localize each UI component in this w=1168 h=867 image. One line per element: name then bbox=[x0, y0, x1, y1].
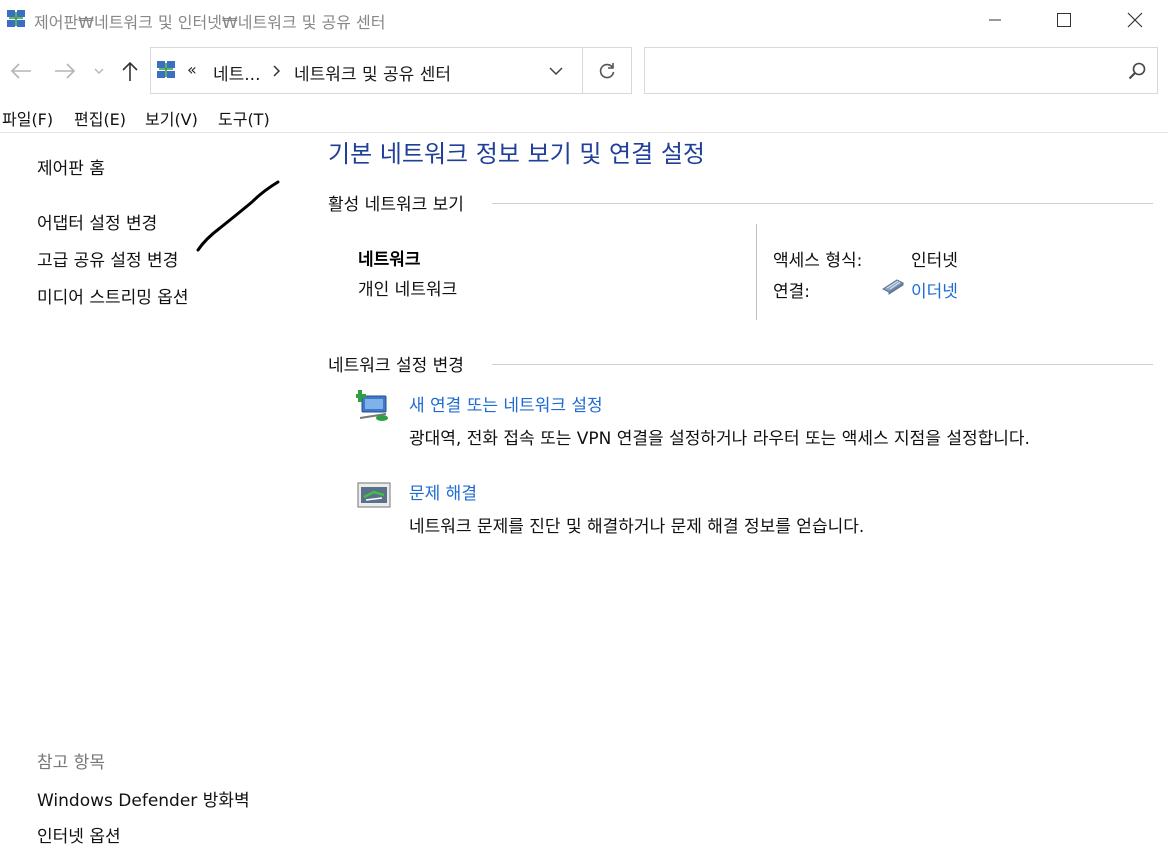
active-networks-divider bbox=[492, 203, 1153, 204]
forward-button[interactable] bbox=[52, 56, 78, 86]
arrow-left-icon bbox=[10, 63, 31, 79]
setup-new-connection-description: 광대역, 전화 접속 또는 VPN 연결을 설정하거나 라우터 또는 액세스 지… bbox=[409, 429, 1030, 449]
control-panel-home-link[interactable]: 제어판 홈 bbox=[37, 154, 105, 179]
breadcrumb-separator-icon[interactable] bbox=[269, 61, 283, 81]
chevron-down-icon bbox=[94, 68, 104, 74]
address-bar[interactable]: « 네트... 네트워크 및 공유 센터 bbox=[150, 47, 582, 94]
breadcrumb-network-sharing-center[interactable]: 네트워크 및 공유 센터 bbox=[294, 60, 451, 85]
refresh-button[interactable] bbox=[582, 47, 632, 94]
recent-locations-button[interactable] bbox=[90, 56, 108, 86]
menu-bar: 파일(F) 편집(E) 보기(V) 도구(T) bbox=[0, 104, 1168, 132]
change-settings-divider bbox=[492, 364, 1153, 365]
network-name: 네트워크 bbox=[358, 250, 421, 270]
windows-defender-firewall-link[interactable]: Windows Defender 방화벽 bbox=[37, 786, 250, 811]
network-sharing-center-window: 제어판₩네트워크 및 인터넷₩네트워크 및 공유 센터 « 네트... 네트워크… bbox=[0, 0, 1168, 867]
maximize-icon bbox=[1057, 13, 1071, 27]
address-dropdown-button[interactable] bbox=[547, 62, 565, 80]
menu-tools[interactable]: 도구(T) bbox=[218, 106, 270, 130]
arrow-right-icon bbox=[55, 63, 76, 79]
connections-label: 연결: bbox=[773, 282, 811, 302]
menu-edit[interactable]: 편집(E) bbox=[74, 106, 126, 130]
ethernet-connection-link[interactable]: 이더넷 bbox=[911, 277, 958, 302]
menu-divider bbox=[0, 132, 1168, 133]
title-bar: 제어판₩네트워크 및 인터넷₩네트워크 및 공유 센터 bbox=[0, 0, 1168, 40]
close-button[interactable] bbox=[1112, 0, 1158, 40]
network-app-icon bbox=[7, 10, 25, 27]
ethernet-icon bbox=[881, 279, 905, 295]
change-adapter-settings-link[interactable]: 어댑터 설정 변경 bbox=[37, 209, 157, 234]
troubleshoot-problems-description: 네트워크 문제를 진단 및 해결하거나 문제 해결 정보를 얻습니다. bbox=[409, 517, 865, 537]
new-connection-icon bbox=[356, 390, 388, 421]
window-title: 제어판₩네트워크 및 인터넷₩네트워크 및 공유 센터 bbox=[34, 13, 386, 32]
setup-new-connection-link[interactable]: 새 연결 또는 네트워크 설정 bbox=[409, 391, 603, 416]
arrow-up-icon bbox=[122, 61, 138, 81]
network-location-icon bbox=[157, 61, 175, 78]
pen-annotation-stroke bbox=[196, 180, 280, 252]
up-button[interactable] bbox=[117, 56, 143, 86]
minimize-icon bbox=[989, 19, 1001, 21]
search-input[interactable] bbox=[644, 47, 1158, 94]
internet-options-link[interactable]: 인터넷 옵션 bbox=[37, 822, 121, 847]
chevron-down-icon bbox=[549, 67, 563, 75]
menu-view[interactable]: 보기(V) bbox=[145, 106, 198, 130]
troubleshoot-problems-link[interactable]: 문제 해결 bbox=[409, 479, 477, 504]
active-networks-heading: 활성 네트워크 보기 bbox=[328, 190, 472, 215]
media-streaming-options-link[interactable]: 미디어 스트리밍 옵션 bbox=[37, 283, 189, 308]
troubleshoot-icon bbox=[357, 482, 391, 508]
change-settings-heading: 네트워크 설정 변경 bbox=[328, 351, 472, 376]
access-type-value: 인터넷 bbox=[911, 251, 958, 271]
network-type: 개인 네트워크 bbox=[358, 280, 458, 300]
advanced-sharing-settings-link[interactable]: 고급 공유 설정 변경 bbox=[37, 246, 178, 271]
close-icon bbox=[1127, 12, 1143, 28]
see-also-title: 참고 항목 bbox=[37, 753, 105, 773]
access-type-label: 액세스 형식: bbox=[773, 251, 863, 271]
breadcrumb-network-internet[interactable]: 네트... bbox=[213, 60, 261, 85]
network-info-divider bbox=[756, 224, 757, 320]
maximize-button[interactable] bbox=[1041, 0, 1087, 40]
back-button[interactable] bbox=[8, 56, 34, 86]
refresh-icon bbox=[599, 62, 615, 78]
minimize-button[interactable] bbox=[972, 0, 1018, 40]
overflow-chevron[interactable]: « bbox=[187, 60, 197, 79]
page-title: 기본 네트워크 정보 보기 및 연결 설정 bbox=[328, 140, 705, 168]
menu-file[interactable]: 파일(F) bbox=[2, 106, 53, 130]
search-icon bbox=[1128, 62, 1146, 80]
